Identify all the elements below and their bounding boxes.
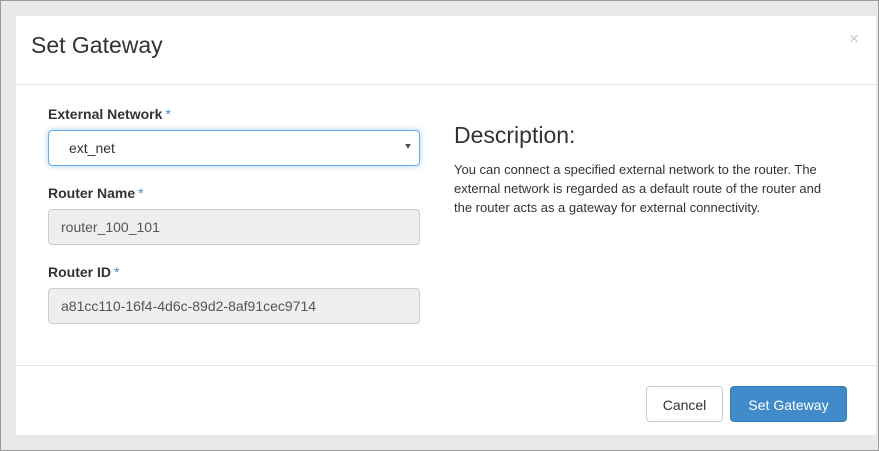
modal-title: Set Gateway [31,32,163,58]
set-gateway-modal: Set Gateway × External Network * ext_net … [16,16,876,435]
description-text: You can connect a specified external net… [454,162,822,215]
router-name-input[interactable]: router_100_101 [48,209,420,245]
external-network-select[interactable]: ext_net [48,130,420,166]
external-network-group: External Network * ext_net [48,106,420,166]
cancel-button[interactable]: Cancel [646,386,723,422]
description-panel: Description: You can connect a specified… [454,122,854,217]
external-network-label-text: External Network [48,106,163,122]
modal-footer: Cancel Set Gateway [16,365,876,436]
caret-down-icon [405,144,411,149]
router-id-value: a81cc110-16f4-4d6c-89d2-8af91cec9714 [61,298,317,314]
required-mark: * [114,264,120,280]
description-heading: Description: [454,122,576,148]
router-name-group: Router Name * router_100_101 [48,185,420,245]
router-id-group: Router ID * a81cc110-16f4-4d6c-89d2-8af91… [48,264,420,324]
modal-header: Set Gateway × [16,16,876,85]
router-id-label-text: Router ID [48,264,111,280]
router-id-label: Router ID * [48,264,420,284]
set-gateway-button[interactable]: Set Gateway [730,386,847,422]
window-frame: Set Gateway × External Network * ext_net … [0,0,879,451]
router-name-label: Router Name * [48,185,420,205]
required-mark: * [138,185,144,201]
required-mark: * [165,106,171,122]
external-network-selected-value: ext_net [69,140,115,156]
form-column: External Network * ext_net Router Name * r… [48,106,420,324]
router-name-label-text: Router Name [48,185,136,201]
close-icon[interactable]: × [849,30,859,47]
router-id-input[interactable]: a81cc110-16f4-4d6c-89d2-8af91cec9714 [48,288,420,324]
external-network-label: External Network * [48,106,420,126]
router-name-value: router_100_101 [61,219,160,235]
